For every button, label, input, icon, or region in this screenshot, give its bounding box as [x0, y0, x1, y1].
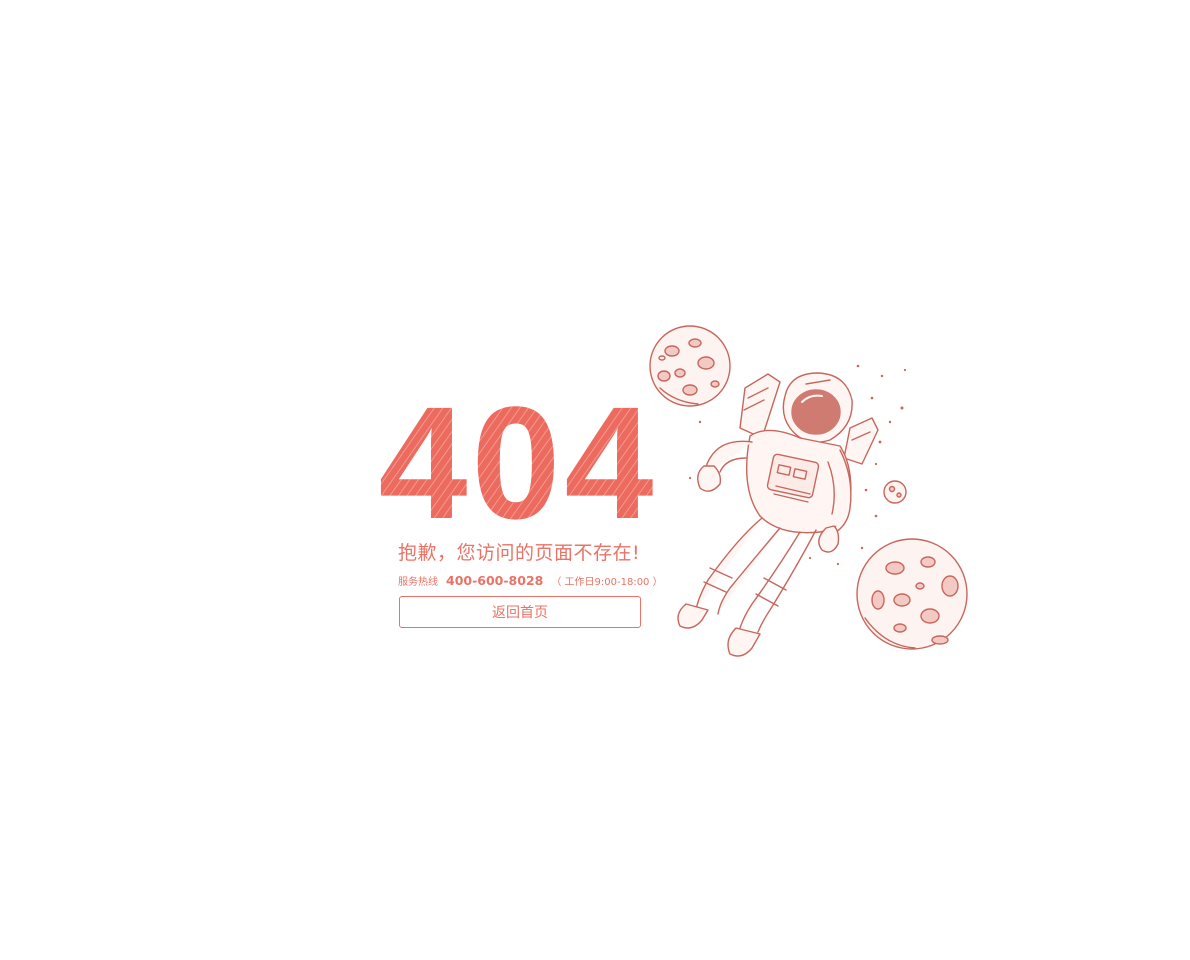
error-message: 抱歉，您访问的页面不存在! [398, 542, 641, 564]
astronaut-icon [677, 372, 879, 657]
service-hotline: 服务热线 400-600-8028 （ 工作日9:00-18:00 ） [398, 570, 668, 589]
error-code-text: 404 [379, 390, 658, 530]
hotline-number: 400-600-8028 [446, 573, 544, 588]
moon-small-icon [883, 480, 907, 504]
astronaut-illustration-svg [649, 325, 968, 657]
hotline-label: 服务热线 [398, 577, 438, 588]
error-code-graphic: 404 [378, 390, 658, 530]
error-code-svg: 404 [379, 390, 658, 530]
astronaut-illustration [640, 318, 980, 663]
back-to-home-button[interactable]: 返回首页 [399, 596, 641, 628]
moon-top-icon [649, 325, 731, 407]
moon-bottom-icon [856, 538, 968, 650]
